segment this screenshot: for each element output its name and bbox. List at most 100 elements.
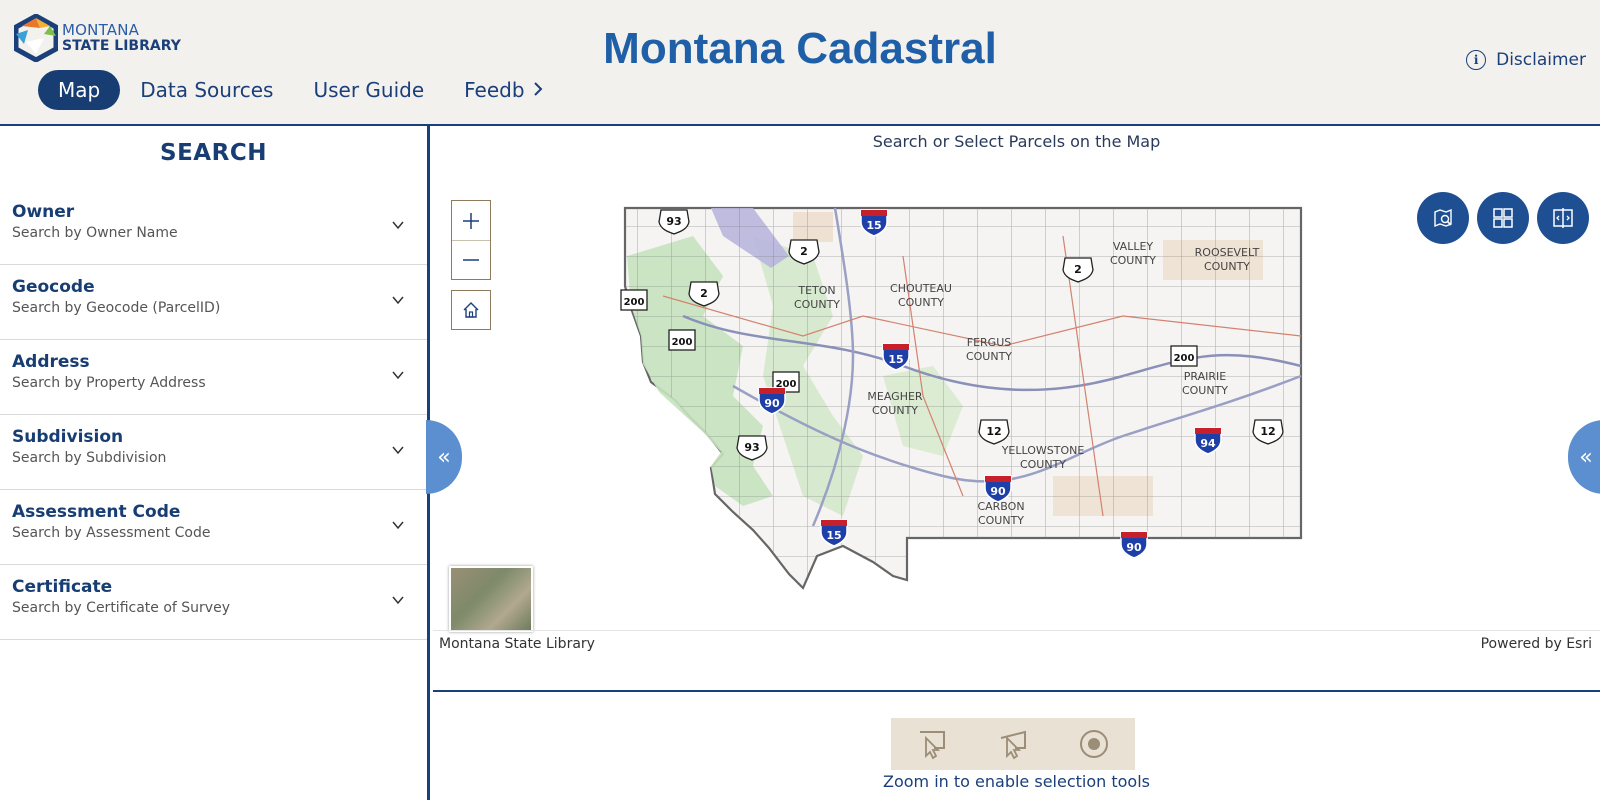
route-shield-label: 2 <box>800 245 808 258</box>
double-chevron-left-icon: « <box>1579 444 1593 470</box>
info-icon: i <box>1466 50 1487 70</box>
route-shield-label: 200 <box>624 297 645 308</box>
search-geocode-accordion[interactable]: Geocode Search by Geocode (ParcelID) <box>0 265 427 340</box>
county-label-fergus: FERGUS COUNTY <box>966 336 1012 363</box>
search-certificate-accordion[interactable]: Certificate Search by Certificate of Sur… <box>0 565 427 640</box>
chevron-right-icon[interactable] <box>533 70 543 110</box>
chevron-down-icon[interactable] <box>391 368 405 382</box>
page-title: Montana Cadastral <box>603 24 997 73</box>
swipe-compare-button[interactable] <box>1537 192 1589 244</box>
accordion-subtitle: Search by Assessment Code <box>12 525 211 541</box>
app-header: MONTANA STATE LIBRARY Montana Cadastral … <box>0 0 1600 126</box>
route-shield-label: 94 <box>1200 437 1216 450</box>
attribution-esri[interactable]: Powered by Esri <box>1481 636 1592 652</box>
select-rectangle-tool[interactable] <box>912 724 952 764</box>
interstate-shield: 90 <box>1120 531 1148 559</box>
search-address-accordion[interactable]: Address Search by Property Address <box>0 340 427 415</box>
logo-line-2: STATE LIBRARY <box>62 38 181 54</box>
county-label-valley: VALLEY COUNTY <box>1110 240 1156 267</box>
state-route-shield: 200 <box>668 329 696 351</box>
chevron-down-icon[interactable] <box>391 443 405 457</box>
route-shield-label: 15 <box>826 529 841 542</box>
disclaimer-label: Disclaimer <box>1496 50 1586 70</box>
accordion-title: Certificate <box>12 577 113 597</box>
accordion-title: Assessment Code <box>12 502 181 522</box>
selection-hint: Zoom in to enable selection tools <box>883 772 1150 791</box>
accordion-subtitle: Search by Geocode (ParcelID) <box>12 300 221 316</box>
zoom-controls <box>451 200 491 280</box>
route-shield-label: 2 <box>1074 263 1082 276</box>
accordion-subtitle: Search by Certificate of Survey <box>12 600 230 616</box>
map-caption: Search or Select Parcels on the Map <box>872 132 1161 151</box>
chevron-down-icon[interactable] <box>391 218 405 232</box>
zoom-out-button[interactable] <box>452 240 490 279</box>
select-point-tool[interactable] <box>1074 724 1114 764</box>
plus-icon <box>463 212 479 229</box>
route-shield-label: 12 <box>986 425 1001 438</box>
route-shield-label: 12 <box>1260 425 1275 438</box>
search-subdivision-accordion[interactable]: Subdivision Search by Subdivision <box>0 415 427 490</box>
logo-line-1: MONTANA <box>62 21 140 39</box>
route-shield-label: 2 <box>700 287 708 300</box>
accordion-title: Owner <box>12 202 75 222</box>
state-route-shield: 200 <box>1170 345 1198 367</box>
accordion-subtitle: Search by Owner Name <box>12 225 178 241</box>
county-label-prairie: PRAIRIE COUNTY <box>1182 370 1228 397</box>
home-button[interactable] <box>451 290 491 330</box>
nav-tab-map[interactable]: Map <box>38 70 121 110</box>
map-view[interactable]: Search or Select Parcels on the Map TETO… <box>433 126 1600 690</box>
chevron-down-icon[interactable] <box>391 518 405 532</box>
search-assessment-code-accordion[interactable]: Assessment Code Search by Assessment Cod… <box>0 490 427 565</box>
target-icon <box>1080 730 1109 758</box>
route-shield-label: 200 <box>1174 353 1195 364</box>
accordion-title: Subdivision <box>12 427 124 447</box>
basemap-toggle-thumbnail[interactable] <box>449 566 533 632</box>
county-label-chouteau: CHOUTEAU COUNTY <box>890 282 952 309</box>
search-panel: SEARCH Owner Search by Owner Name Geocod… <box>0 126 430 800</box>
route-shield-label: 15 <box>866 219 881 232</box>
montana-state-map[interactable]: TETON COUNTY CHOUTEAU COUNTY VALLEY COUNTY … <box>603 196 1303 616</box>
route-shield-label: 90 <box>1126 541 1142 554</box>
attribution-divider <box>433 630 1600 631</box>
find-parcel-button[interactable] <box>1417 192 1469 244</box>
state-route-shield: 200 <box>620 289 648 311</box>
select-lasso-icon <box>1000 730 1026 760</box>
grid-icon <box>1493 208 1513 228</box>
search-panel-title: SEARCH <box>160 140 267 166</box>
route-shield-label: 90 <box>990 485 1006 498</box>
county-label-meagher: MEAGHER COUNTY <box>867 390 923 417</box>
accordion-subtitle: Search by Property Address <box>12 375 206 391</box>
accordion-title: Geocode <box>12 277 95 297</box>
route-shield-label: 93 <box>744 441 759 454</box>
county-label-teton: TETON COUNTY <box>794 284 840 311</box>
route-shield-label: 90 <box>764 397 780 410</box>
swipe-icon <box>1553 208 1573 228</box>
basemap-gallery-button[interactable] <box>1477 192 1529 244</box>
montana-state-library-logo[interactable]: MONTANA STATE LIBRARY <box>14 14 181 62</box>
accordion-subtitle: Search by Subdivision <box>12 450 167 466</box>
route-shield-label: 93 <box>666 215 681 228</box>
chevron-down-icon[interactable] <box>391 293 405 307</box>
double-chevron-left-icon: « <box>437 444 451 470</box>
nav-tab-feedback-label: Feedb <box>464 78 525 102</box>
selection-toolbar <box>891 718 1135 770</box>
route-shield-label: 15 <box>888 353 903 366</box>
select-lasso-tool[interactable] <box>993 724 1033 764</box>
main-nav: Map Data Sources User Guide Feedb <box>38 70 583 110</box>
search-owner-accordion[interactable]: Owner Search by Owner Name <box>0 190 427 265</box>
route-shield-label: 200 <box>672 337 693 348</box>
selection-panel: Zoom in to enable selection tools <box>433 690 1600 800</box>
map-search-icon <box>1434 208 1452 228</box>
zoom-in-button[interactable] <box>452 201 490 240</box>
county-label-carbon: CARBON COUNTY <box>977 500 1024 527</box>
chevron-down-icon[interactable] <box>391 593 405 607</box>
select-rectangle-icon <box>919 731 945 760</box>
disclaimer-link[interactable]: i Disclaimer <box>1466 50 1586 70</box>
attribution-source: Montana State Library <box>439 636 595 652</box>
minus-icon <box>463 259 479 261</box>
accordion-title: Address <box>12 352 90 372</box>
county-boundaries <box>625 208 1301 588</box>
nav-tab-feedback[interactable]: Feedb <box>464 70 542 110</box>
nav-tab-data-sources[interactable]: Data Sources <box>140 70 273 110</box>
nav-tab-user-guide[interactable]: User Guide <box>313 70 424 110</box>
